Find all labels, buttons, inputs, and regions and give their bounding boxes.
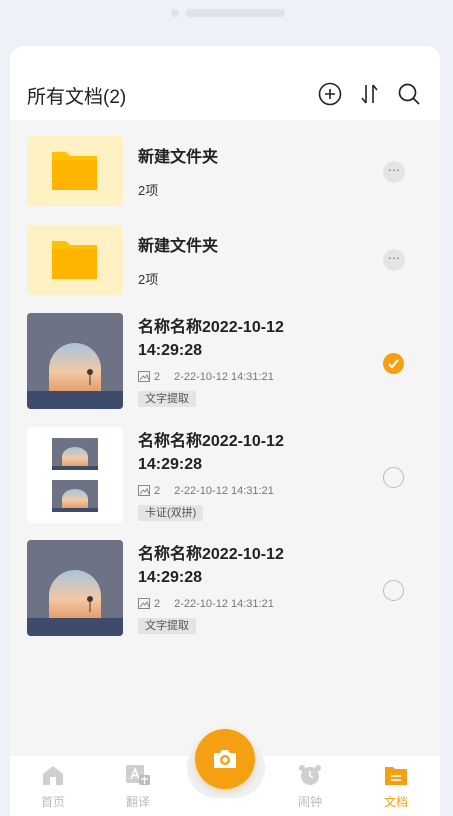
nav-translate[interactable]: 翻译 (108, 764, 168, 810)
document-item[interactable]: 名称名称2022-10-12 14:29:28 2 2-22-10-12 14:3… (10, 427, 440, 525)
folder-item[interactable]: 新建文件夹 2项 ··· (10, 136, 440, 210)
more-options-button[interactable]: ··· (383, 161, 405, 183)
image-icon (138, 485, 150, 496)
page-indicator-active (186, 9, 285, 17)
folder-thumbnail (27, 225, 123, 295)
document-date: 2-22-10-12 14:31:21 (174, 485, 274, 497)
document-meta: 2 2-22-10-12 14:31:21 (138, 485, 274, 497)
documents-card: 所有文档(2) 新建文件夹 2项 ··· 新建文件夹 2项 ··· 名称名称20… (10, 46, 440, 816)
document-time: 14:29:28 (138, 456, 203, 473)
nav-home-label: 首页 (40, 795, 65, 809)
image-icon (138, 371, 150, 382)
folder-name: 新建文件夹 (138, 149, 219, 166)
folder-docs-icon (385, 767, 407, 785)
folder-icon (52, 152, 97, 190)
document-date: 2-22-10-12 14:31:21 (174, 371, 274, 383)
alarm-clock-icon (299, 765, 321, 785)
nav-alarm-label: 闹钟 (297, 795, 322, 809)
selected-checkbox[interactable] (383, 353, 404, 374)
document-name: 名称名称2022-10-12 (138, 433, 284, 450)
folder-count: 2项 (138, 183, 159, 198)
document-item[interactable]: 名称名称2022-10-12 14:29:28 2 2-22-10-12 14:3… (10, 313, 440, 411)
document-time: 14:29:28 (138, 569, 203, 586)
page-count: 2 (154, 598, 161, 610)
page-title: 所有文档(2) (27, 87, 127, 108)
document-thumbnail (27, 313, 123, 409)
camera-button[interactable] (195, 729, 255, 789)
document-tag: 文字提取 (138, 391, 196, 407)
sort-icon[interactable] (358, 82, 382, 106)
unselected-checkbox[interactable] (383, 467, 404, 488)
folder-icon (52, 241, 97, 279)
image-icon (138, 598, 150, 609)
nav-docs[interactable]: 文档 (366, 764, 426, 810)
document-thumbnail (27, 540, 123, 636)
nav-alarm[interactable]: 闹钟 (280, 764, 340, 810)
document-name: 名称名称2022-10-12 (138, 546, 284, 563)
folder-item[interactable]: 新建文件夹 2项 ··· (10, 225, 440, 299)
document-name: 名称名称2022-10-12 (138, 319, 284, 336)
arch-photo-image (27, 540, 123, 636)
page-count: 2 (154, 371, 161, 383)
document-meta: 2 2-22-10-12 14:31:21 (138, 371, 274, 383)
nav-translate-label: 翻译 (125, 795, 150, 809)
document-tag: 卡证(双拼) (138, 505, 204, 521)
document-meta: 2 2-22-10-12 14:31:21 (138, 598, 274, 610)
page-indicator (0, 9, 453, 17)
nav-home[interactable]: 首页 (23, 764, 83, 810)
document-date: 2-22-10-12 14:31:21 (174, 598, 274, 610)
page-indicator-dot (171, 9, 179, 17)
document-time: 14:29:28 (138, 342, 203, 359)
arch-photo-image (27, 313, 123, 409)
home-icon (43, 766, 63, 785)
card-header: 所有文档(2) (10, 46, 440, 120)
more-options-button[interactable]: ··· (383, 249, 405, 271)
translate-icon (126, 765, 150, 785)
folder-thumbnail (27, 136, 123, 206)
document-item[interactable]: 名称名称2022-10-12 14:29:28 2 2-22-10-12 14:3… (10, 540, 440, 638)
id-card-photos-image (52, 438, 98, 512)
nav-docs-label: 文档 (383, 795, 408, 809)
search-icon[interactable] (397, 82, 421, 106)
checkmark-icon (388, 359, 399, 369)
document-tag: 文字提取 (138, 618, 196, 634)
plus-circle-icon[interactable] (318, 82, 342, 106)
folder-name: 新建文件夹 (138, 238, 219, 255)
document-thumbnail (27, 427, 123, 523)
camera-icon (214, 750, 236, 768)
folder-count: 2项 (138, 272, 159, 287)
unselected-checkbox[interactable] (383, 580, 404, 601)
page-count: 2 (154, 485, 161, 497)
